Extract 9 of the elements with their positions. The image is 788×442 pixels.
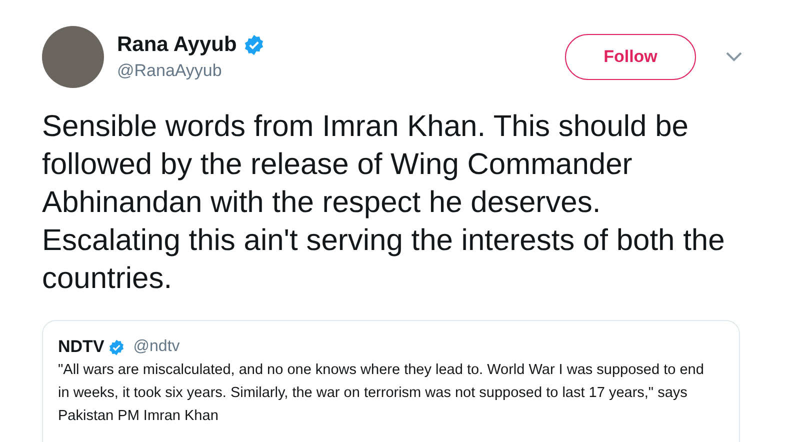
quoted-author-name: NDTV	[58, 337, 104, 357]
quoted-tweet-card[interactable]	[42, 320, 740, 442]
quoted-tweet-text: "All wars are miscalculated, and no one knows where they lead to. World War I was supposed to end in weeks, it took six years. Similarly, the war on terrorism was not supposed to last 17 years," says Pakistan PM Imran Khan	[58, 361, 705, 426]
author-name[interactable]: Rana Ayyub	[117, 33, 237, 57]
tweet-text: Sensible words from Imran Khan. This should be followed by the release of Wing Commander Abhinandan with the respect he deserves. Escalating this ain't serving the interests of both the countries.	[42, 109, 726, 297]
quoted-author-handle: @ndtv	[133, 338, 180, 356]
follow-button[interactable]: Follow	[565, 34, 696, 80]
author-handle[interactable]: @RanaAyyub	[117, 61, 565, 81]
chevron-down-icon[interactable]	[726, 52, 742, 62]
